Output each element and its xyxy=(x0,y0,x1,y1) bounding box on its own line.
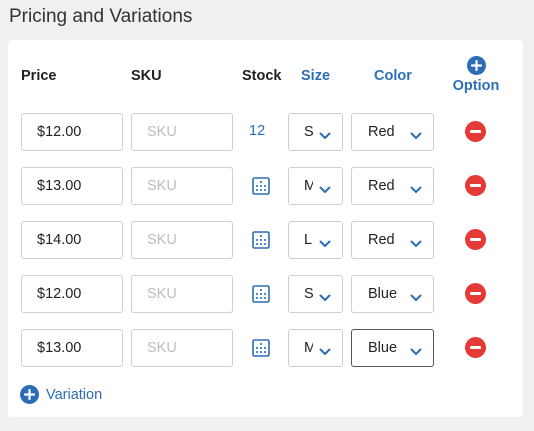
grid-icon[interactable] xyxy=(252,231,270,254)
chevron-down-icon xyxy=(319,128,331,144)
sku-input[interactable] xyxy=(131,167,233,205)
add-variation-button[interactable]: Variation xyxy=(20,385,102,404)
color-select[interactable]: Blue xyxy=(351,275,434,313)
price-input[interactable] xyxy=(21,329,123,367)
variation-row: 12 S Red xyxy=(8,113,523,151)
grid-icon[interactable] xyxy=(252,285,270,308)
size-option-header[interactable]: Size xyxy=(301,68,330,84)
size-select[interactable]: L xyxy=(288,221,343,259)
color-select[interactable]: Red xyxy=(351,221,434,259)
add-option-button[interactable]: Option xyxy=(452,56,500,94)
price-input[interactable] xyxy=(21,275,123,313)
chevron-down-icon xyxy=(319,182,331,198)
chevron-down-icon xyxy=(410,236,422,252)
grid-icon[interactable] xyxy=(252,177,270,200)
chevron-down-icon xyxy=(410,182,422,198)
color-select[interactable]: Red xyxy=(351,113,434,151)
chevron-down-icon xyxy=(319,344,331,360)
remove-variation-button[interactable] xyxy=(465,121,486,142)
variation-row: S Blue xyxy=(8,275,523,313)
variation-row: L Red xyxy=(8,221,523,259)
minus-circle-icon xyxy=(470,130,481,133)
size-select[interactable]: S xyxy=(288,113,343,151)
minus-circle-icon xyxy=(470,346,481,349)
color-select-value: Red xyxy=(368,178,395,194)
color-select[interactable]: Red xyxy=(351,167,434,205)
color-select-value: Blue xyxy=(368,286,398,302)
minus-circle-icon xyxy=(470,292,481,295)
size-select-value: S xyxy=(304,286,313,302)
add-option-label: Option xyxy=(452,78,500,94)
size-select-value: L xyxy=(304,232,313,248)
variations-card: Price SKU Stock Size Color Option 12 S Red… xyxy=(8,40,523,417)
price-input[interactable] xyxy=(21,113,123,151)
chevron-down-icon xyxy=(410,128,422,144)
color-select-value: Red xyxy=(368,232,395,248)
minus-circle-icon xyxy=(470,238,481,241)
variation-row: M Red xyxy=(8,167,523,205)
remove-variation-button[interactable] xyxy=(465,283,486,304)
chevron-down-icon xyxy=(319,290,331,306)
remove-variation-button[interactable] xyxy=(465,229,486,250)
grid-icon[interactable] xyxy=(252,339,270,362)
sku-input[interactable] xyxy=(131,275,233,313)
plus-circle-icon xyxy=(20,385,39,404)
color-select-value: Blue xyxy=(368,340,398,356)
chevron-down-icon xyxy=(410,344,422,360)
price-input[interactable] xyxy=(21,167,123,205)
chevron-down-icon xyxy=(410,290,422,306)
sku-input[interactable] xyxy=(131,329,233,367)
chevron-down-icon xyxy=(319,236,331,252)
remove-variation-button[interactable] xyxy=(465,337,486,358)
size-select[interactable]: M xyxy=(288,329,343,367)
add-variation-label: Variation xyxy=(46,386,103,403)
remove-variation-button[interactable] xyxy=(465,175,486,196)
color-select[interactable]: Blue xyxy=(351,329,434,367)
price-input[interactable] xyxy=(21,221,123,259)
minus-circle-icon xyxy=(470,184,481,187)
price-header: Price xyxy=(21,68,57,84)
plus-circle-icon xyxy=(466,56,486,75)
color-option-header[interactable]: Color xyxy=(374,68,412,84)
size-select[interactable]: M xyxy=(288,167,343,205)
section-title: Pricing and Variations xyxy=(9,6,193,27)
size-select-value: S xyxy=(304,124,313,140)
stock-value[interactable]: 12 xyxy=(249,123,265,139)
variation-row: M Blue xyxy=(8,329,523,367)
size-select-value: M xyxy=(304,340,313,356)
sku-input[interactable] xyxy=(131,221,233,259)
size-select-value: M xyxy=(304,178,313,194)
color-select-value: Red xyxy=(368,124,395,140)
sku-header: SKU xyxy=(131,68,162,84)
size-select[interactable]: S xyxy=(288,275,343,313)
stock-header: Stock xyxy=(242,68,282,84)
sku-input[interactable] xyxy=(131,113,233,151)
